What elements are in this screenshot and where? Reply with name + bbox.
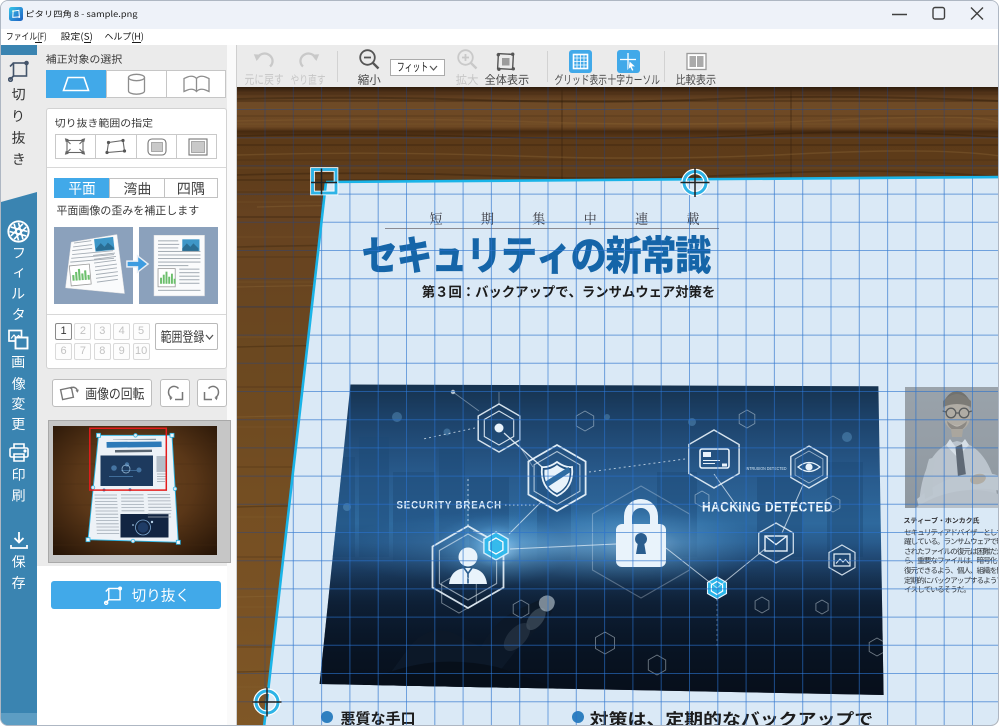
svg-text:HACKING DETECTED: HACKING DETECTED (702, 499, 833, 515)
svg-text:SECURITY BREACH: SECURITY BREACH (397, 500, 503, 512)
svg-text:INTRUSION DETECTED: INTRUSION DETECTED (746, 466, 788, 471)
